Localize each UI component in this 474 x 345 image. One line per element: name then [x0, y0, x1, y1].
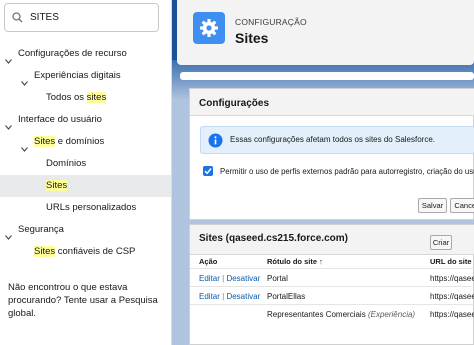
not-found-note: Não encontrou o que estava procurando? T… — [8, 282, 158, 319]
column-header-site-url[interactable]: URL do site — [430, 257, 472, 266]
search-match-highlight: sites — [86, 92, 107, 103]
deactivate-link[interactable]: Desativar — [226, 292, 260, 301]
deactivate-link[interactable]: Desativar — [226, 274, 260, 283]
row-divider — [190, 268, 474, 269]
tree-item-seguranca[interactable]: Segurança — [0, 219, 171, 241]
setup-sidebar: SITES Configurações de recurso Experiênc… — [0, 0, 172, 345]
sites-panel-title: Sites (qaseed.cs215.force.com) — [199, 233, 348, 244]
page-header: CONFIGURAÇÃO Sites — [177, 0, 474, 65]
tree-item-sites-e-dominios[interactable]: Sites e domínios — [0, 131, 171, 153]
edit-link[interactable]: Editar — [199, 292, 220, 301]
tree-item-label: Domínios — [46, 158, 87, 169]
tree-item-experiencias-digitais[interactable]: Experiências digitais — [0, 65, 171, 87]
tree-item-label: Todos os sites — [46, 92, 107, 103]
tree-item-sites-selected[interactable]: Sites — [0, 175, 171, 197]
setup-app-icon — [193, 12, 225, 44]
tree-item-todos-os-sites[interactable]: Todos os sites — [0, 87, 171, 109]
column-header-site-label[interactable]: Rótulo do site ↑ — [267, 257, 323, 266]
page-eyebrow: CONFIGURAÇÃO — [235, 17, 307, 27]
sites-panel-header: Sites (qaseed.cs215.force.com) Criar — [190, 225, 474, 255]
external-profiles-checkbox[interactable] — [203, 166, 213, 176]
tree-item-label: Configurações de recurso — [18, 48, 127, 59]
site-url[interactable]: https://qasee — [430, 310, 474, 319]
info-message: Essas configurações afetam todos os site… — [200, 126, 474, 154]
search-icon — [12, 12, 23, 26]
edit-link[interactable]: Editar — [199, 274, 220, 283]
settings-panel: Configurações Essas configurações afetam… — [189, 88, 474, 220]
site-url[interactable]: https://qasee — [430, 292, 474, 301]
sites-panel: Sites (qaseed.cs215.force.com) Criar Açã… — [189, 224, 474, 345]
quick-find-search[interactable]: SITES — [4, 3, 159, 32]
search-input-value[interactable]: SITES — [30, 12, 59, 23]
row-divider — [190, 286, 474, 287]
tree-item-label: URLs personalizados — [46, 202, 137, 213]
tree-item-label: Segurança — [18, 224, 64, 235]
save-button[interactable]: Salvar — [418, 198, 447, 213]
page-title: Sites — [235, 30, 269, 46]
search-match-highlight: Sites — [34, 136, 56, 147]
setup-tree: Configurações de recurso Experiências di… — [0, 43, 171, 263]
row-divider — [190, 304, 474, 305]
tree-item-label: Experiências digitais — [34, 70, 121, 81]
column-header-action: Ação — [199, 257, 218, 266]
site-label: Representantes Comerciais (Experiência) — [267, 310, 416, 319]
tree-item-dominios[interactable]: Domínios — [0, 153, 171, 175]
new-site-button[interactable]: Criar — [430, 235, 452, 250]
settings-panel-title: Configurações — [199, 98, 270, 109]
gear-icon — [200, 19, 218, 37]
tree-item-interface-do-usuario[interactable]: Interface do usuário — [0, 109, 171, 131]
tree-item-urls-personalizados[interactable]: URLs personalizados — [0, 197, 171, 219]
info-message-text: Essas configurações afetam todos os site… — [230, 135, 435, 144]
tree-item-label: Sites — [46, 175, 68, 197]
info-icon — [208, 133, 223, 151]
site-label-note: (Experiência) — [367, 310, 416, 319]
content-strip — [180, 72, 474, 80]
cancel-button[interactable]: Cancel — [450, 198, 474, 213]
main-content: CONFIGURAÇÃO Sites Configurações Essas c… — [172, 0, 474, 345]
site-url[interactable]: https://qasee — [430, 274, 474, 283]
site-label: PortalEllas — [267, 292, 306, 301]
search-match-highlight: Sites — [34, 246, 56, 257]
tree-item-label: Interface do usuário — [18, 114, 102, 125]
external-profiles-checkbox-label: Permitir o uso de perfis externos padrão… — [220, 167, 474, 176]
site-label: Portal — [267, 274, 288, 283]
checkmark-icon — [204, 168, 212, 175]
tree-item-sites-confiaveis-de-csp[interactable]: Sites confiáveis de CSP — [0, 241, 171, 263]
tree-item-label: Sites confiáveis de CSP — [34, 246, 136, 257]
tree-item-label: Sites e domínios — [34, 136, 105, 147]
search-match-highlight: Sites — [46, 180, 68, 191]
settings-panel-header: Configurações — [190, 89, 474, 116]
tree-item-configuracoes-de-recurso[interactable]: Configurações de recurso — [0, 43, 171, 65]
